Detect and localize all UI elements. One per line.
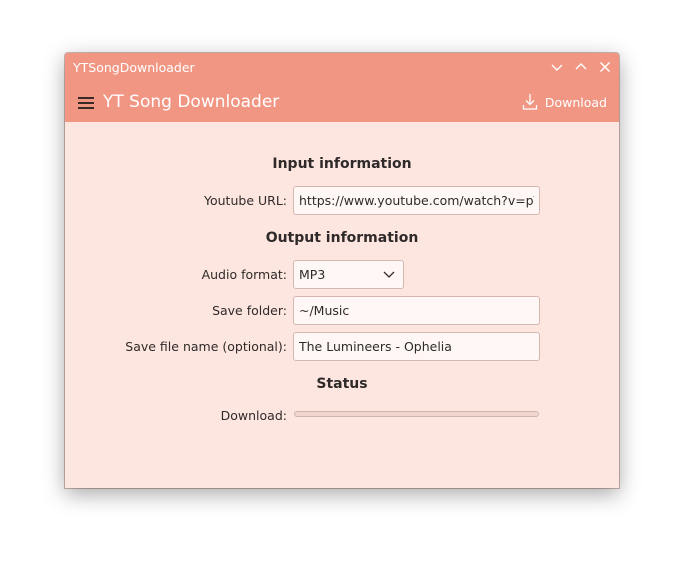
format-label: Audio format: (201, 267, 287, 282)
filename-label: Save file name (optional): (125, 339, 287, 354)
chevron-down-icon (551, 64, 563, 71)
close-button[interactable] (597, 59, 613, 75)
folder-label: Save folder: (212, 303, 287, 318)
download-icon (522, 94, 538, 110)
chevron-down-icon (383, 271, 395, 278)
window-title: YTSongDownloader (73, 60, 195, 75)
maximize-button[interactable] (573, 59, 589, 75)
audio-format-select[interactable]: MP3 (293, 260, 404, 289)
header-bar: YT Song Downloader Download (65, 82, 619, 122)
download-button[interactable]: Download (522, 90, 607, 114)
url-input[interactable] (293, 186, 540, 215)
app-window: YTSongDownloader YT Song Downloader Down… (65, 53, 619, 488)
audio-format-value: MP3 (299, 267, 326, 282)
menu-button[interactable] (78, 95, 96, 109)
chevron-up-icon (575, 63, 587, 70)
url-label: Youtube URL: (204, 193, 287, 208)
minimize-button[interactable] (549, 59, 565, 75)
save-filename-input[interactable] (293, 332, 540, 361)
save-folder-input[interactable] (293, 296, 540, 325)
window-titlebar[interactable]: YTSongDownloader (65, 53, 619, 82)
download-progress-bar (294, 411, 539, 417)
download-progress-label: Download: (220, 408, 287, 423)
status-section-title: Status (316, 376, 368, 392)
app-title: YT Song Downloader (103, 92, 280, 112)
hamburger-menu-icon (78, 97, 94, 109)
close-icon (600, 62, 610, 72)
download-button-label: Download (544, 94, 607, 110)
input-section-title: Input information (272, 156, 412, 172)
output-section-title: Output information (265, 230, 419, 246)
